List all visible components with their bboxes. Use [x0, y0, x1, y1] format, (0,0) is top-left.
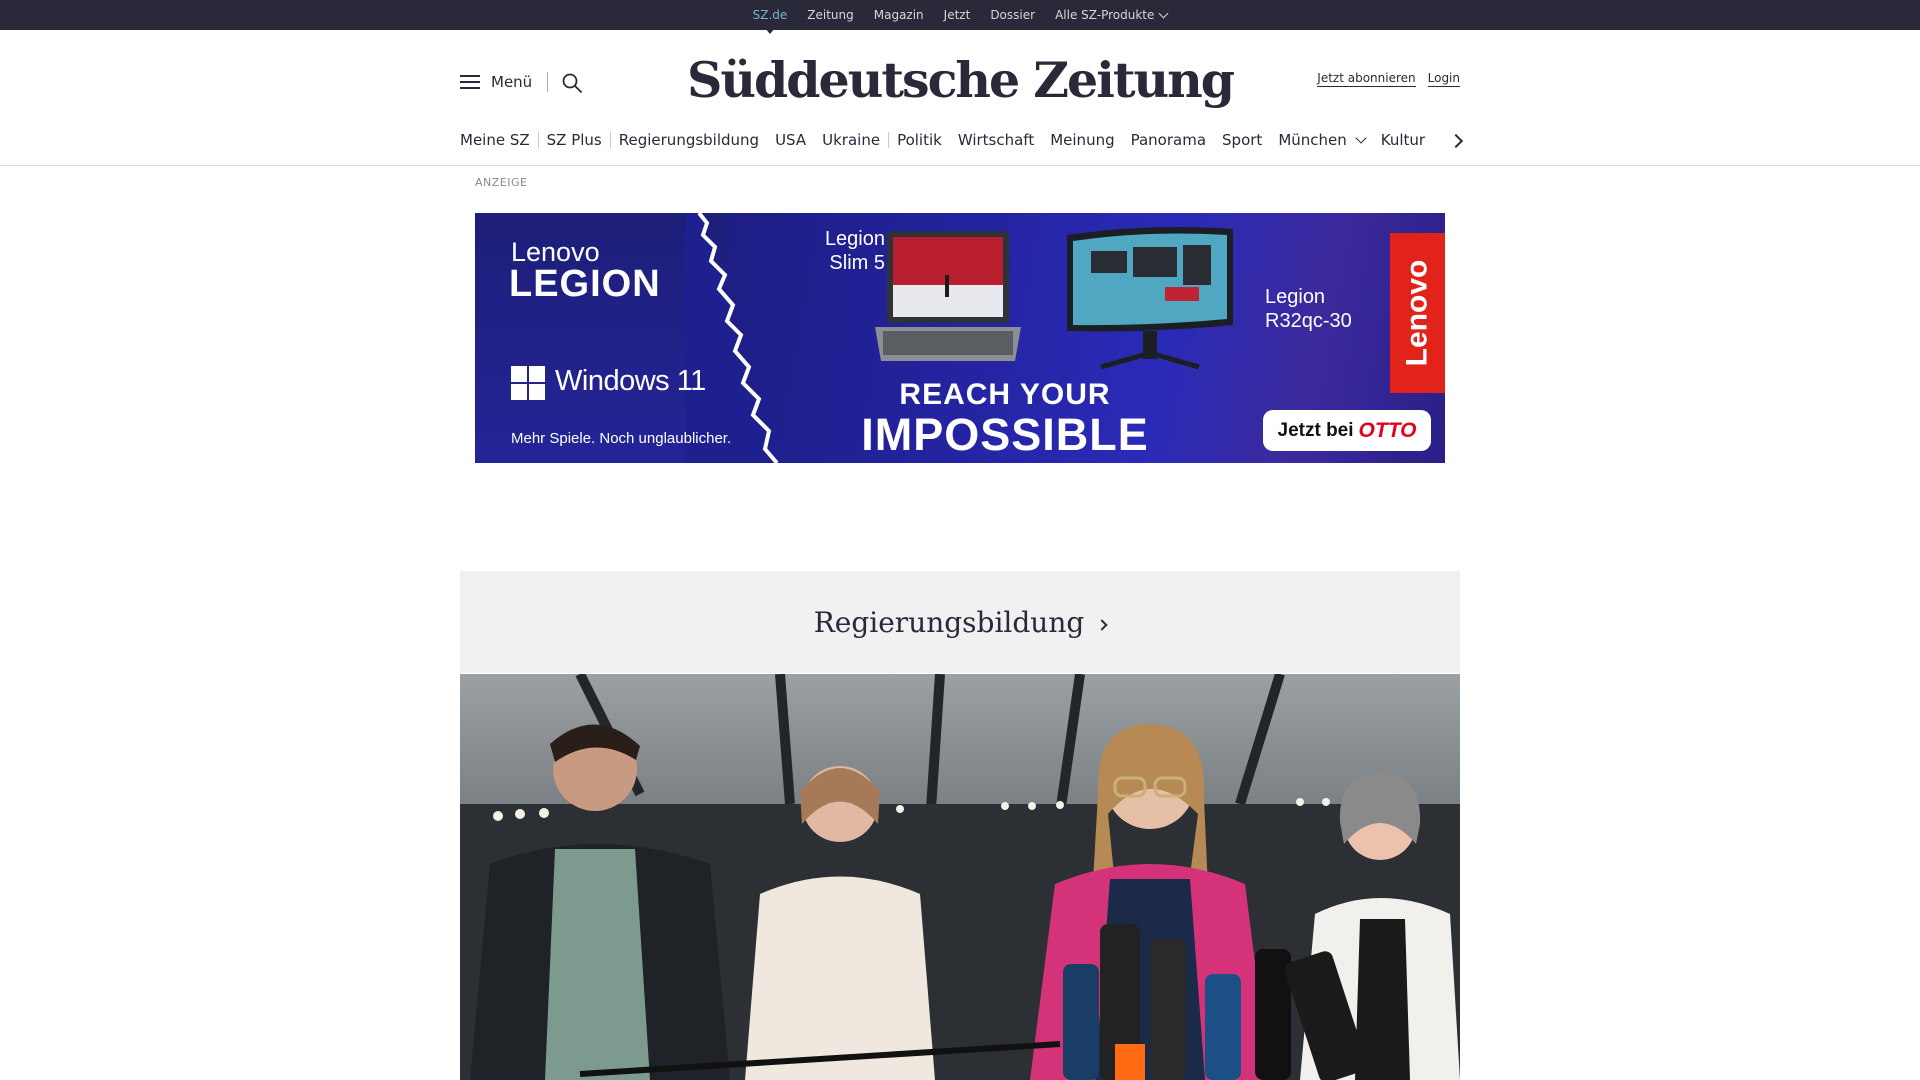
- ad-cta-label: Jetzt bei: [1277, 419, 1354, 441]
- login-link[interactable]: Login: [1427, 71, 1460, 87]
- nav-item-wirtschaft[interactable]: Wirtschaft: [950, 131, 1042, 149]
- ad-cta-button[interactable]: Jetzt bei OTTO: [1263, 410, 1431, 451]
- laptop-image: [875, 231, 1021, 361]
- nav-item-ukraine[interactable]: Ukraine: [814, 131, 888, 149]
- press-conference-photo: [460, 674, 1460, 1080]
- ad-product2-line1: Legion: [1265, 286, 1326, 308]
- article-image[interactable]: [460, 674, 1460, 1080]
- header-divider-line: [0, 165, 1920, 166]
- header-divider: [547, 72, 548, 92]
- nav-item-label: München: [1278, 131, 1347, 149]
- menu-label: Menü: [491, 73, 533, 91]
- product-link-label: SZ.de: [752, 8, 788, 22]
- otto-logo: OTTO: [1358, 418, 1417, 442]
- account-links: Jetzt abonnieren Login: [1317, 71, 1460, 87]
- product-link-label: Dossier: [990, 8, 1036, 22]
- ad-product2-line2: R32qc-30: [1265, 310, 1352, 332]
- ad-headline-line1: REACH YOUR: [899, 378, 1111, 411]
- nav-item-meine-sz[interactable]: Meine SZ: [460, 131, 538, 149]
- ad-brand-legion: LEGION: [509, 263, 661, 305]
- nav-item-sz-plus[interactable]: SZ Plus: [539, 131, 610, 149]
- ad-product1-name: Legion Slim 5: [805, 227, 885, 275]
- site-logo[interactable]: Süddeutsche Zeitung: [687, 44, 1235, 116]
- nav-item-politik[interactable]: Politik: [889, 131, 950, 149]
- section-teaser-title: Regierungsbildung: [813, 605, 1085, 639]
- search-icon[interactable]: [560, 71, 584, 95]
- section-nav: Meine SZ SZ Plus Regierungsbildung USA U…: [460, 127, 1460, 153]
- nav-item-label: Meine SZ: [460, 131, 530, 149]
- nav-item-kultur[interactable]: Kultur: [1373, 131, 1433, 149]
- lenovo-logo-badge: Lenovo: [1390, 233, 1445, 393]
- product-nav: SZ.de Zeitung Magazin Jetzt Dossier Alle…: [0, 0, 1920, 34]
- nav-item-label: Ukraine: [822, 131, 881, 149]
- product-link-zeitung[interactable]: Zeitung: [807, 8, 853, 22]
- nav-item-label: Regierungsbildung: [618, 131, 760, 149]
- ad-tear-graphic: [685, 213, 779, 463]
- ad-headline-line2: IMPOSSIBLE: [861, 409, 1149, 460]
- nav-item-label: Politik: [897, 131, 942, 149]
- nav-item-label: USA: [775, 131, 807, 149]
- nav-item-panorama[interactable]: Panorama: [1123, 131, 1214, 149]
- nav-item-sport[interactable]: Sport: [1214, 131, 1270, 149]
- windows-logo-icon: [511, 366, 545, 400]
- nav-item-label: SZ Plus: [546, 131, 602, 149]
- product-link-magazin[interactable]: Magazin: [874, 8, 924, 22]
- product-link-jetzt[interactable]: Jetzt: [944, 8, 971, 22]
- nav-item-regierungsbildung[interactable]: Regierungsbildung: [611, 131, 767, 149]
- product-link-dossier[interactable]: Dossier: [990, 8, 1035, 22]
- product-link-label: Alle SZ-Produkte: [1055, 8, 1155, 22]
- product-link-sz-de[interactable]: SZ.de: [752, 8, 788, 34]
- nav-item-muenchen[interactable]: München: [1270, 131, 1372, 149]
- ad-label: ANZEIGE: [475, 176, 528, 189]
- chevron-right-icon: [1096, 619, 1108, 631]
- hamburger-icon: [460, 75, 480, 89]
- nav-item-label: Panorama: [1130, 131, 1207, 149]
- product-link-label: Jetzt: [943, 8, 971, 22]
- nav-item-label: Wirtschaft: [957, 131, 1035, 149]
- product-link-label: Magazin: [873, 8, 924, 22]
- nav-item-label: Kultur: [1380, 131, 1426, 149]
- ad-product1-line1: Legion: [824, 228, 885, 250]
- nav-item-meinung[interactable]: Meinung: [1042, 131, 1122, 149]
- ad-banner[interactable]: Lenovo LEGION Windows 11 Mehr Spiele. No…: [475, 213, 1445, 463]
- ad-product1-line2: Slim 5: [829, 252, 885, 274]
- menu-button[interactable]: Menü: [460, 68, 532, 96]
- section-teaser[interactable]: Regierungsbildung: [460, 571, 1460, 673]
- nav-item-usa[interactable]: USA: [767, 131, 814, 149]
- product-link-label: Zeitung: [807, 8, 854, 22]
- ad-windows-label: Windows 11: [555, 365, 706, 397]
- chevron-down-icon: [1355, 131, 1367, 144]
- product-link-all-products[interactable]: Alle SZ-Produkte: [1055, 8, 1169, 22]
- chevron-down-icon: [1158, 8, 1169, 18]
- topbar: SZ.de Zeitung Magazin Jetzt Dossier Alle…: [0, 0, 1920, 34]
- monitor-image: [1067, 227, 1233, 370]
- chevron-right-icon[interactable]: [1448, 131, 1466, 149]
- nav-item-label: Sport: [1222, 131, 1263, 149]
- nav-item-label: Meinung: [1050, 131, 1115, 149]
- ad-tagline: Mehr Spiele. Noch unglaublicher.: [511, 430, 732, 447]
- ad-product2-name: Legion R32qc-30: [1265, 285, 1352, 333]
- subscribe-link[interactable]: Jetzt abonnieren: [1317, 71, 1416, 87]
- lenovo-badge-text: Lenovo: [1400, 259, 1434, 367]
